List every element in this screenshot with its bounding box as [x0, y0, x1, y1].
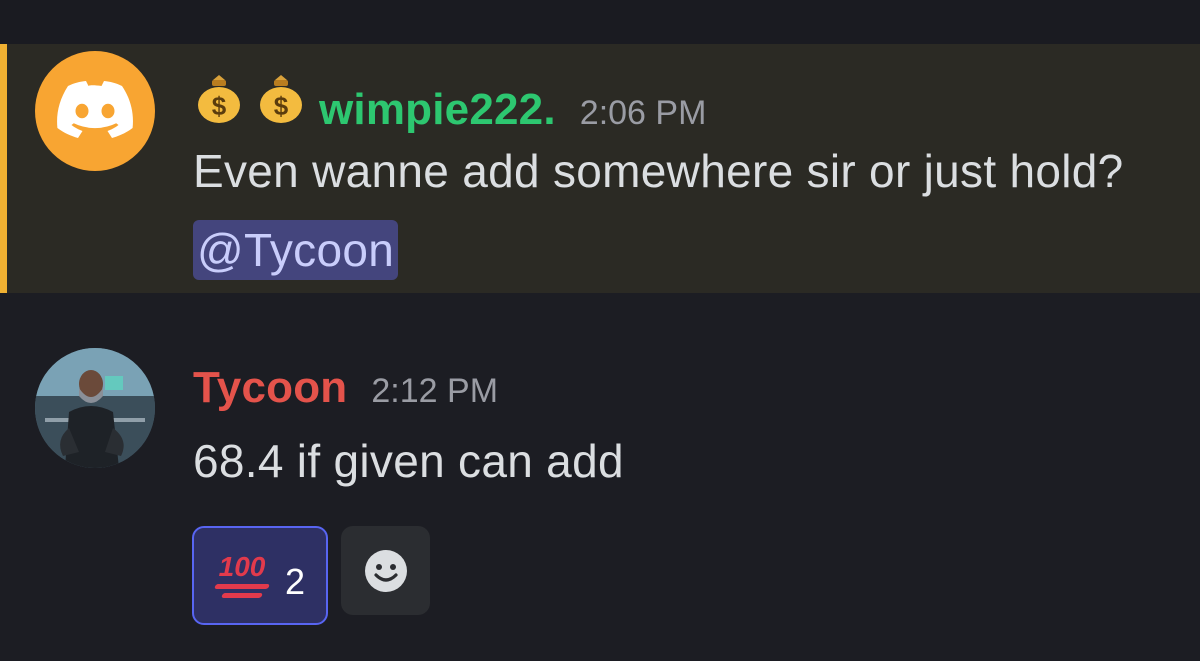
- timestamp[interactable]: 2:12 PM: [371, 372, 498, 411]
- user-mention[interactable]: @Tycoon: [193, 220, 399, 280]
- mention-highlight-bar: [0, 44, 7, 293]
- timestamp[interactable]: 2:06 PM: [580, 94, 707, 133]
- money-bag-icon: $: [193, 74, 251, 131]
- hundred-points-underline: [214, 584, 270, 589]
- money-bag-icon: $: [255, 74, 313, 131]
- discord-logo-icon: [57, 81, 133, 138]
- hundred-points-underline: [221, 593, 263, 598]
- username[interactable]: Tycoon: [193, 363, 347, 413]
- reactions-bar: 100 2: [192, 526, 430, 625]
- message-content: Even wanne add somewhere sir or just hol…: [193, 132, 1183, 290]
- hundred-points-text: 100: [218, 551, 266, 582]
- add-reaction-button[interactable]: [341, 526, 430, 615]
- message-header: $ $ wimpie222. 2:06 PM: [193, 74, 706, 135]
- hundred-points-icon: 100: [214, 551, 270, 598]
- avatar[interactable]: [35, 348, 155, 468]
- reaction-count: 2: [284, 560, 306, 602]
- username[interactable]: wimpie222.: [319, 85, 556, 135]
- message[interactable]: Tycoon 2:12 PM 68.4 if given can add 100…: [0, 345, 1200, 661]
- smiley-face-icon: [364, 549, 407, 592]
- svg-text:$: $: [212, 91, 227, 121]
- message-text: 68.4 if given can add: [193, 435, 624, 487]
- message-content: 68.4 if given can add: [193, 422, 624, 501]
- top-strip: [0, 0, 1200, 44]
- message-header: Tycoon 2:12 PM: [193, 363, 498, 413]
- message-text: Even wanne add somewhere sir or just hol…: [193, 145, 1124, 197]
- svg-text:$: $: [274, 91, 289, 121]
- reaction-hundred-points[interactable]: 100 2: [192, 526, 328, 625]
- avatar[interactable]: [35, 51, 155, 171]
- message-highlighted[interactable]: $ $ wimpie222. 2:06 PM Even wanne add so…: [0, 44, 1200, 293]
- user-photo-avatar: [35, 348, 155, 468]
